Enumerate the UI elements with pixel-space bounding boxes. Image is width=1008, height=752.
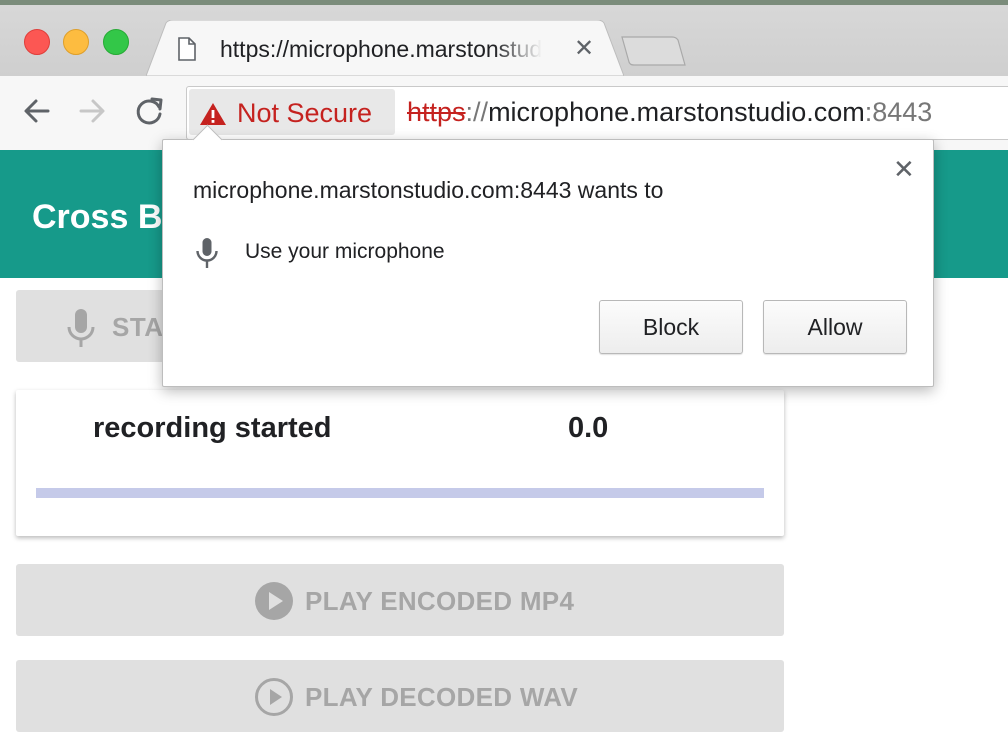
status-value: 0.0	[568, 412, 609, 444]
block-button[interactable]: Block	[599, 300, 743, 354]
play-circle-outline-icon	[255, 678, 293, 716]
progress-bar	[36, 488, 764, 498]
permission-popup: microphone.marstonstudio.com:8443 wants …	[162, 124, 934, 387]
window-close-button[interactable]	[24, 29, 50, 55]
play-circle-icon	[255, 582, 293, 620]
new-tab-button[interactable]	[620, 36, 686, 66]
window-zoom-button[interactable]	[103, 29, 129, 55]
forward-arrow-icon[interactable]	[77, 94, 107, 128]
permission-text: Use your microphone	[245, 240, 445, 263]
tab-strip: https://microphone.marstonstudio.com:844…	[0, 0, 1008, 76]
url-port: :8443	[864, 97, 933, 127]
security-indicator[interactable]: Not Secure	[189, 89, 395, 135]
not-secure-label: Not Secure	[237, 98, 373, 128]
tab-close-icon[interactable]: ✕	[574, 34, 594, 63]
reload-icon[interactable]	[133, 94, 165, 128]
play-wav-label: PLAY DECODED WAV	[305, 682, 579, 712]
popup-title: microphone.marstonstudio.com:8443 wants …	[193, 177, 664, 203]
url-text: https://microphone.marstonstudio.com:844…	[407, 97, 932, 128]
play-mp4-label: PLAY ENCODED MP4	[305, 586, 575, 616]
page-icon	[178, 37, 196, 66]
window-minimize-button[interactable]	[63, 29, 89, 55]
status-text: recording started	[93, 412, 332, 444]
recording-status-card: recording started 0.0	[16, 390, 784, 536]
microphone-icon	[196, 238, 218, 268]
url-host: microphone.marstonstudio.com	[488, 97, 865, 127]
close-icon[interactable]: ✕	[893, 154, 915, 185]
active-tab[interactable]: https://microphone.marstonstudio.com:844…	[146, 20, 624, 76]
address-bar[interactable]: Not Secure https://microphone.marstonstu…	[186, 86, 1008, 140]
tab-title: https://microphone.marstonstudio.com:844…	[220, 36, 542, 63]
url-scheme: https	[407, 97, 466, 127]
window-top-edge	[0, 0, 1008, 5]
back-arrow-icon[interactable]	[22, 94, 52, 128]
warning-icon	[200, 103, 226, 125]
play-decoded-wav-button[interactable]: PLAY DECODED WAV	[16, 660, 784, 732]
play-encoded-mp4-button[interactable]: PLAY ENCODED MP4	[16, 564, 784, 636]
url-separator: ://	[465, 97, 489, 127]
allow-button[interactable]: Allow	[763, 300, 907, 354]
microphone-icon	[67, 309, 95, 347]
